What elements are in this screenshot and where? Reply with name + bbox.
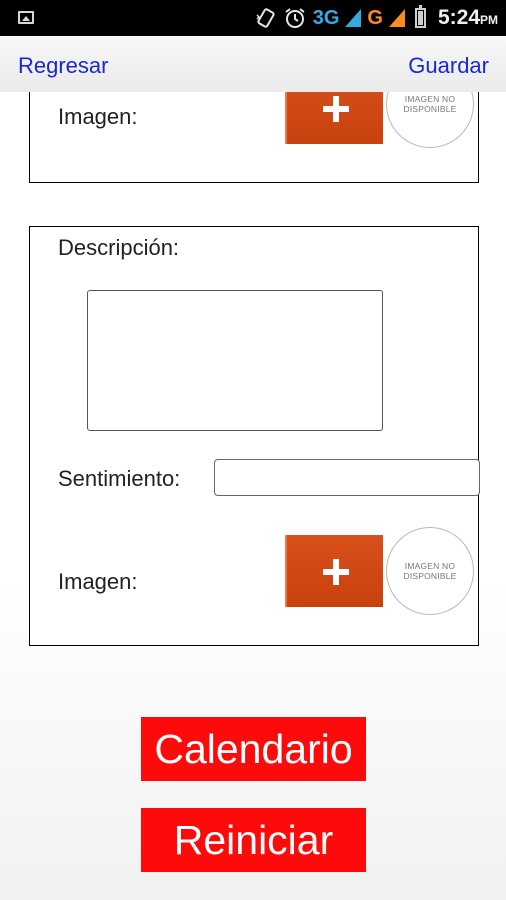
signal-3g-icon (345, 9, 362, 27)
image-label: Imagen: (58, 104, 138, 129)
battery-icon (414, 5, 426, 28)
clock: 5:24PM (438, 6, 498, 30)
image-panel-top: Imagen: IMAGEN NO DISPONIBLE (29, 92, 479, 183)
image-placeholder-text: IMAGEN NO DISPONIBLE (403, 561, 457, 581)
image-label: Imagen: (58, 569, 138, 594)
add-image-button[interactable] (285, 535, 383, 607)
entry-panel: Descripción: Sentimiento: Imagen: IMAGEN… (29, 226, 480, 646)
save-link[interactable]: Guardar (408, 53, 489, 79)
image-notification-icon (18, 11, 34, 24)
clock-ampm: PM (480, 13, 498, 27)
back-link[interactable]: Regresar (18, 53, 108, 79)
signal-g-icon (388, 9, 405, 27)
feeling-label: Sentimiento: (58, 466, 181, 491)
status-bar: 3G G 5:24PM (0, 0, 506, 36)
status-icons: 3G G 5:24PM (255, 0, 498, 36)
add-image-button[interactable] (285, 92, 383, 144)
feeling-input[interactable] (214, 459, 480, 496)
description-label: Descripción: (58, 235, 180, 260)
network-g-label: G (367, 6, 383, 29)
image-placeholder: IMAGEN NO DISPONIBLE (386, 92, 474, 148)
image-placeholder-text: IMAGEN NO DISPONIBLE (403, 94, 457, 114)
alarm-icon (285, 8, 305, 28)
network-3g-label: 3G (312, 6, 340, 29)
description-textarea[interactable] (87, 290, 383, 431)
image-placeholder: IMAGEN NO DISPONIBLE (386, 527, 474, 615)
reset-button[interactable]: Reiniciar (141, 808, 366, 872)
form-content[interactable]: Imagen: IMAGEN NO DISPONIBLE Descripción… (0, 92, 506, 900)
calendar-button[interactable]: Calendario (141, 717, 366, 781)
vibrate-icon (256, 8, 275, 28)
clock-time: 5:24 (437, 6, 480, 29)
navigation-bar: Regresar Guardar (0, 36, 506, 92)
